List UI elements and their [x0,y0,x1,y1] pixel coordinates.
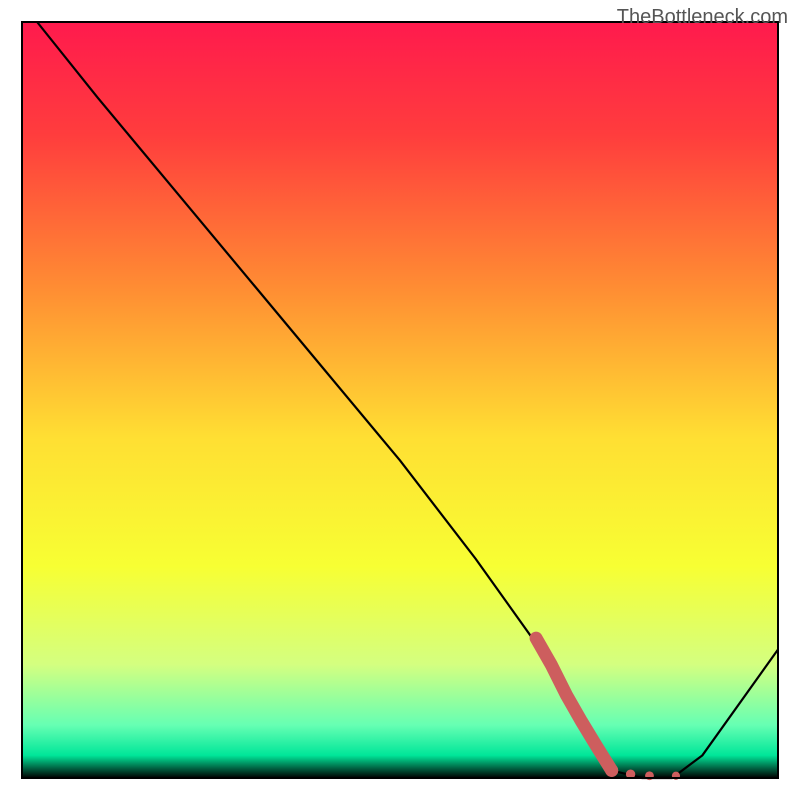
chart-container: TheBottleneck.com [0,0,800,800]
watermark-text: TheBottleneck.com [617,6,788,29]
plot-background [22,22,778,778]
highlight-dot [605,764,618,777]
chart-svg [0,0,800,800]
